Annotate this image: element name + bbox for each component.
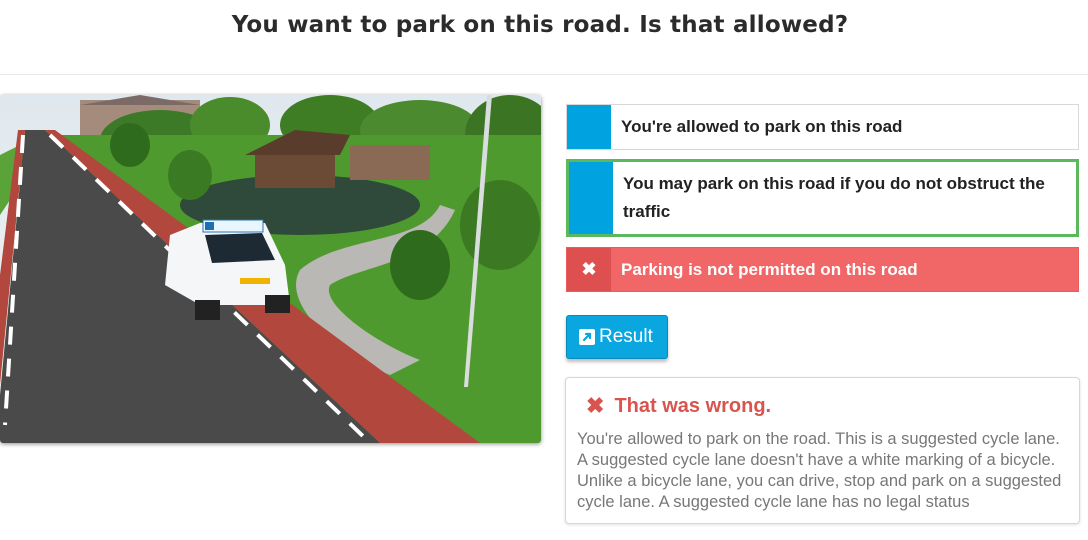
answer-marker — [569, 162, 613, 234]
feedback-explanation: You're allowed to park on the road. This… — [577, 430, 1062, 511]
result-button[interactable]: Result — [566, 315, 668, 359]
answer-marker — [567, 105, 611, 149]
answer-option-2-selected[interactable]: You may park on this road if you do not … — [566, 159, 1079, 237]
question-image — [0, 95, 541, 443]
close-icon: ✖ — [567, 248, 611, 291]
answer-label: Parking is not permitted on this road — [621, 259, 918, 279]
answer-label: You're allowed to park on this road — [621, 117, 903, 136]
answer-label: You may park on this road if you do not … — [623, 174, 1045, 221]
header-divider — [0, 74, 1088, 75]
close-icon: ✖ — [586, 393, 605, 418]
answer-option-1[interactable]: You're allowed to park on this road — [566, 104, 1079, 150]
external-link-icon — [579, 329, 595, 345]
question-title: You want to park on this road. Is that a… — [231, 12, 849, 38]
answer-option-3-wrong[interactable]: ✖ Parking is not permitted on this road — [566, 247, 1079, 292]
feedback-heading-row: ✖ That was wrong. — [586, 393, 771, 419]
feedback-panel: ✖ That was wrong. You're allowed to park… — [565, 377, 1080, 524]
feedback-heading: That was wrong. — [614, 394, 772, 417]
result-button-label: Result — [599, 326, 653, 347]
